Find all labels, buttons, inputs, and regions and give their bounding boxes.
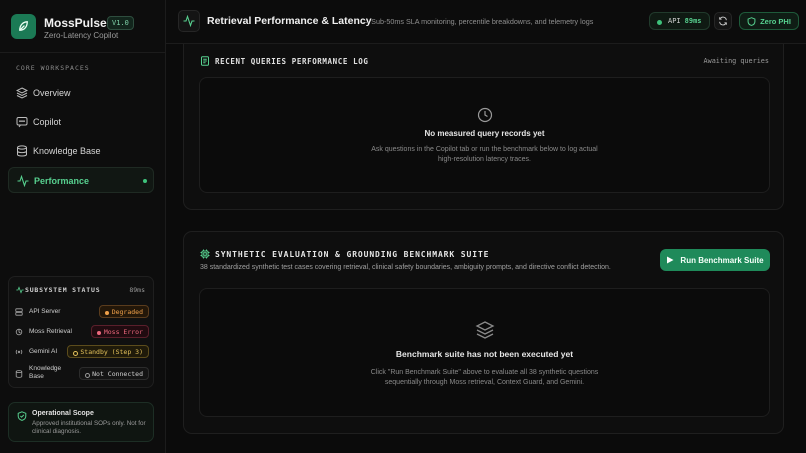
- activity-icon: [183, 15, 195, 27]
- page-title: Retrieval Performance & Latency: [207, 15, 372, 27]
- scope-text: Approved institutional SOPs only. Not fo…: [32, 420, 146, 435]
- chat-icon: [16, 117, 28, 128]
- status-badge: Not Connected: [79, 367, 149, 380]
- version-badge: V1.0: [107, 16, 134, 30]
- status-row-knowledge-base: Knowledge Base Not Connected: [15, 365, 149, 381]
- divider: [0, 52, 165, 53]
- benchmark-empty-state: Benchmark suite has not been executed ye…: [199, 288, 770, 417]
- sidebar-item-knowledge-base[interactable]: Knowledge Base: [8, 138, 154, 164]
- empty-text: Ask questions in the Copilot tab or run …: [371, 146, 598, 153]
- scope-title: Operational Scope: [32, 410, 94, 417]
- empty-text: Click "Run Benchmark Suite" above to eva…: [370, 369, 599, 376]
- status-title: SUBSYSTEM STATUS: [25, 286, 101, 294]
- chip-icon: [200, 249, 210, 259]
- header-icon-box: [178, 10, 200, 32]
- zero-phi-label: Zero PHI: [760, 16, 791, 26]
- status-name: Gemini AI: [29, 348, 58, 355]
- layers-icon: [475, 321, 495, 339]
- database-icon: [15, 370, 23, 378]
- panel-title: SYNTHETIC EVALUATION & GROUNDING BENCHMA…: [215, 250, 490, 259]
- subsystem-status-panel: SUBSYSTEM STATUS 89ms API Server Degrade…: [8, 276, 154, 388]
- status-name: API Server: [29, 308, 61, 315]
- empty-title: No measured query records yet: [424, 129, 545, 138]
- refresh-icon: [719, 16, 727, 26]
- activity-icon: [17, 175, 29, 187]
- server-icon: [15, 308, 23, 316]
- sidebar: MossPulse V1.0 Zero-Latency Copilot CORE…: [0, 0, 166, 453]
- api-latency-pill: API 89ms: [649, 12, 710, 30]
- status-badge: Standby (Step 3): [67, 345, 149, 358]
- leaf-logo-icon: [19, 21, 28, 31]
- status-badge: Moss Error: [90, 325, 149, 338]
- sidebar-item-overview[interactable]: Overview: [8, 80, 154, 106]
- queries-empty-state: No measured query records yet Ask questi…: [199, 77, 770, 193]
- run-benchmark-button[interactable]: Run Benchmark Suite: [660, 249, 770, 271]
- status-latency: 89ms: [129, 286, 145, 294]
- operational-scope-card: Operational Scope Approved institutional…: [8, 402, 154, 442]
- sidebar-item-label: Overview: [33, 88, 71, 98]
- brand-name: MossPulse: [44, 16, 107, 30]
- sidebar-item-label: Performance: [34, 176, 90, 186]
- api-label: API: [668, 17, 681, 25]
- logo: [11, 14, 36, 39]
- status-row-api-server: API Server Degraded: [15, 305, 149, 319]
- empty-text: sequentially through Moss retrieval, Con…: [384, 379, 585, 386]
- sidebar-item-copilot[interactable]: Copilot: [8, 109, 154, 135]
- recent-queries-panel: RECENT QUERIES PERFORMANCE LOG Awaiting …: [183, 44, 784, 210]
- broadcast-icon: [15, 349, 23, 355]
- file-list-icon: [201, 56, 209, 66]
- benchmark-description: 38 standardized synthetic test cases cov…: [200, 264, 611, 271]
- status-row-moss-retrieval: Moss Retrieval Moss Error: [15, 325, 149, 339]
- queries-status: Awaiting queries: [703, 57, 769, 65]
- layers-icon: [16, 87, 28, 99]
- run-benchmark-label: Run Benchmark Suite: [680, 255, 764, 265]
- shield-icon: [747, 16, 756, 26]
- sidebar-item-performance[interactable]: Performance: [8, 167, 154, 193]
- panel-title: RECENT QUERIES PERFORMANCE LOG: [215, 57, 369, 66]
- shield-check-icon: [17, 411, 27, 421]
- sidebar-item-label: Knowledge Base: [33, 146, 101, 156]
- status-badge: Degraded: [98, 305, 149, 318]
- status-row-gemini-ai: Gemini AI Standby (Step 3): [15, 345, 149, 359]
- active-indicator: [143, 179, 147, 183]
- refresh-button[interactable]: [714, 12, 732, 30]
- brand[interactable]: MossPulse V1.0 Zero-Latency Copilot: [11, 13, 161, 43]
- pulse-icon: [16, 286, 24, 294]
- header: Retrieval Performance & Latency — Sub-50…: [166, 0, 806, 44]
- database-icon: [17, 145, 27, 157]
- api-value: 89ms: [684, 17, 702, 25]
- play-icon: [667, 256, 674, 264]
- status-name: Moss Retrieval: [29, 328, 72, 335]
- empty-text: high-resolution latency traces.: [438, 156, 531, 163]
- section-title: CORE WORKSPACES: [16, 64, 90, 72]
- retrieval-icon: [15, 328, 23, 336]
- sidebar-item-label: Copilot: [33, 117, 62, 127]
- empty-title: Benchmark suite has not been executed ye…: [395, 349, 574, 359]
- benchmark-panel: SYNTHETIC EVALUATION & GROUNDING BENCHMA…: [183, 231, 784, 434]
- clock-icon: [477, 107, 493, 123]
- brand-subtitle: Zero-Latency Copilot: [44, 31, 119, 40]
- status-name: Knowledge Base: [29, 365, 62, 380]
- page-subtitle: — Sub-50ms SLA monitoring, percentile br…: [362, 17, 594, 26]
- zero-phi-badge[interactable]: Zero PHI: [739, 12, 799, 30]
